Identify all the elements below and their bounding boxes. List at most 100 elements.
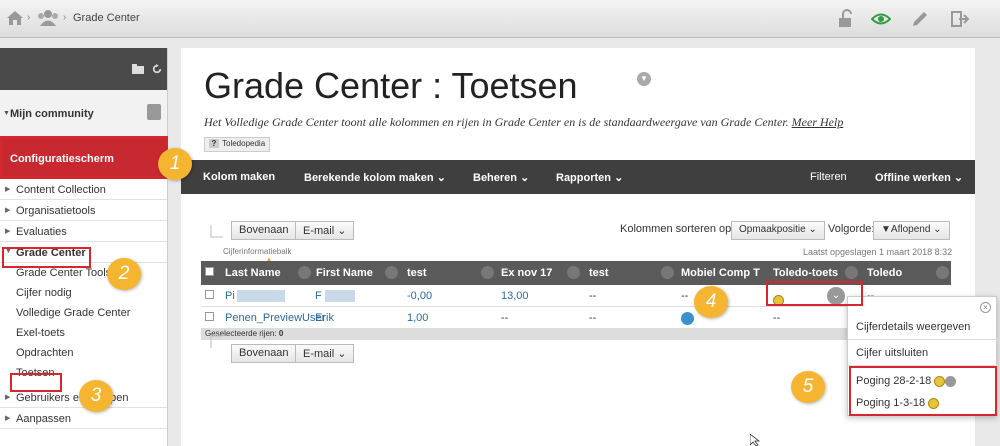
grade-cell[interactable]: -- — [773, 312, 780, 324]
chevron-down-icon[interactable]: ▼ — [637, 72, 651, 86]
order-label: Volgorde: — [828, 223, 875, 235]
home-icon[interactable] — [6, 9, 24, 27]
my-community-label: Mijn community — [10, 108, 94, 120]
question-icon: ? — [209, 139, 219, 148]
chevron-down-icon: ⌄ — [337, 225, 347, 237]
chevron-down-icon: ⌄ — [808, 224, 817, 235]
order-select[interactable]: ▼Aflopend ⌄ — [873, 221, 950, 240]
filter-button[interactable]: Filteren — [810, 171, 847, 183]
top-button[interactable]: Bovenaan — [231, 221, 297, 240]
expand-arrow-icon: ▶ — [5, 415, 11, 422]
in-progress-icon[interactable] — [681, 312, 694, 325]
create-column-button[interactable]: Kolom maken — [203, 171, 275, 183]
sort-select[interactable]: Opmaakpositie ⌄ — [731, 221, 825, 240]
sort-label: Kolommen sorteren op: — [620, 223, 735, 235]
menu-item-evaluaties[interactable]: ▶ Evaluaties — [0, 221, 167, 242]
selected-rows-bar: Geselecteerde rijen: 0 — [201, 329, 951, 340]
highlight-box — [849, 366, 997, 416]
last-saved-label: Laatst opgeslagen 1 maart 2018 8:32 — [803, 247, 953, 257]
edit-pencil-icon[interactable] — [910, 9, 930, 29]
column-menu-icon[interactable] — [385, 266, 398, 279]
reports-menu[interactable]: Rapporten ⌄ — [556, 171, 623, 184]
row-checkbox[interactable] — [205, 290, 214, 299]
chevron-down-icon: ⌄ — [337, 348, 347, 360]
column-header[interactable]: Toledo — [867, 267, 902, 279]
column-menu-icon[interactable] — [845, 266, 858, 279]
users-icon[interactable] — [37, 9, 59, 27]
highlight-box — [0, 136, 168, 178]
grade-cell[interactable]: -0,00 — [407, 290, 432, 302]
grade-cell[interactable]: 13,00 — [501, 290, 529, 302]
callout-badge: 2 — [107, 258, 141, 290]
column-menu-icon[interactable] — [661, 266, 674, 279]
menu-item-organisatietools[interactable]: ▶ Organisatietools — [0, 200, 167, 221]
column-header[interactable]: Mobiel Comp T — [681, 267, 760, 279]
grade-cell[interactable]: -- — [589, 312, 596, 324]
grade-cell[interactable]: -- — [681, 290, 688, 302]
submenu-exel-toets[interactable]: Exel-toets — [0, 323, 167, 343]
cell-last-name[interactable]: Penen_PreviewUser — [225, 312, 325, 324]
chevron-down-icon: ⌄ — [933, 224, 942, 235]
expand-arrow-icon: ▶ — [5, 186, 11, 193]
column-menu-icon[interactable] — [481, 266, 494, 279]
callout-badge: 4 — [694, 286, 728, 318]
folder-icon[interactable] — [132, 64, 144, 74]
cell-last-name[interactable]: Pi — [225, 290, 235, 302]
course-menu-header — [0, 48, 167, 90]
top-button-bottom[interactable]: Bovenaan — [231, 344, 297, 363]
column-header[interactable]: Last Name — [225, 267, 281, 279]
column-header[interactable]: Toledo-toets — [773, 267, 838, 279]
cell-first-name[interactable]: F — [315, 290, 322, 302]
callout-badge: 5 — [791, 371, 825, 403]
grade-cell[interactable]: -- — [501, 312, 508, 324]
breadcrumb-separator: › — [63, 12, 67, 23]
grade-cell[interactable]: 1,00 — [407, 312, 428, 324]
breadcrumb-separator: › — [27, 12, 31, 23]
cell-first-name[interactable]: Erik — [315, 312, 334, 324]
page-title: Grade Center : Toetsen — [204, 65, 578, 106]
action-bar: Kolom maken Berekende kolom maken ⌄ Behe… — [181, 160, 975, 194]
grade-info-bar-label: Cijferinformatiebalk — [223, 247, 292, 256]
row-checkbox[interactable] — [205, 312, 214, 321]
menu-item-exclude-grade[interactable]: Cijfer uitsluiten — [856, 347, 928, 359]
submenu-volledige-grade-center[interactable]: Volledige Grade Center — [0, 303, 167, 323]
email-button-bottom[interactable]: E-mail ⌄ — [295, 344, 355, 363]
highlight-box — [2, 247, 91, 268]
chevron-down-icon: ⌄ — [520, 172, 530, 184]
unlock-icon[interactable] — [836, 9, 856, 29]
help-link[interactable]: Meer Help — [792, 115, 844, 129]
page-description: Het Volledige Grade Center toont alle ko… — [204, 115, 844, 129]
menu-item-content-collection[interactable]: ▶ Content Collection — [0, 179, 167, 200]
panel-icon — [147, 104, 161, 120]
column-header[interactable]: Ex nov 17 — [501, 267, 552, 279]
close-icon[interactable]: × — [980, 302, 991, 313]
logout-icon[interactable] — [950, 9, 970, 29]
email-button[interactable]: E-mail ⌄ — [295, 221, 355, 240]
callout-badge: 3 — [79, 380, 113, 412]
chevron-down-icon: ⌄ — [614, 172, 624, 184]
column-menu-icon[interactable] — [298, 266, 311, 279]
column-menu-icon[interactable] — [567, 266, 580, 279]
collapse-arrow-icon: ▼ — [3, 110, 10, 117]
column-menu-icon[interactable] — [936, 266, 949, 279]
column-header[interactable]: test — [407, 267, 427, 279]
column-header[interactable]: First Name — [316, 267, 373, 279]
submenu-cijfer-nodig[interactable]: Cijfer nodig — [0, 283, 167, 303]
column-header[interactable]: test — [589, 267, 609, 279]
expand-arrow-icon: ▶ — [5, 394, 11, 401]
expand-arrow-icon: ▶ — [5, 228, 11, 235]
menu-item-view-grade-details[interactable]: Cijferdetails weergeven — [856, 321, 970, 333]
manage-menu[interactable]: Beheren ⌄ — [473, 171, 529, 184]
submenu-opdrachten[interactable]: Opdrachten — [0, 343, 167, 363]
menu-item-aanpassen[interactable]: ▶ Aanpassen — [0, 408, 167, 429]
work-offline-menu[interactable]: Offline werken ⌄ — [875, 171, 963, 184]
grade-cell[interactable]: -- — [589, 290, 596, 302]
student-preview-icon[interactable] — [871, 9, 891, 29]
highlight-box — [10, 373, 62, 392]
select-all-checkbox[interactable] — [205, 267, 214, 276]
mouse-cursor-icon — [750, 434, 760, 446]
calculated-column-menu[interactable]: Berekende kolom maken ⌄ — [304, 171, 446, 184]
refresh-icon[interactable] — [151, 64, 163, 74]
toledopedia-button[interactable]: ? Toledopedia — [204, 137, 271, 152]
my-community-section[interactable]: ▼ Mijn community — [0, 90, 167, 137]
